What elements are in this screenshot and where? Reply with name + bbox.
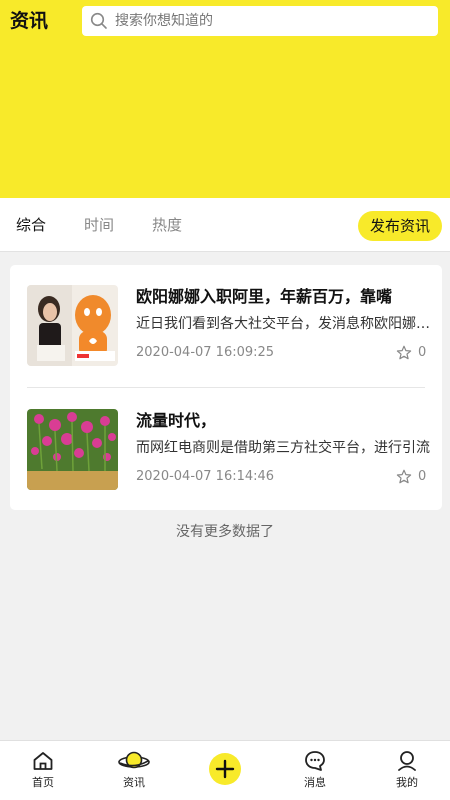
tab-home-label: 首页 <box>32 776 54 789</box>
divider <box>27 387 425 388</box>
tab-news-label: 资讯 <box>123 776 145 789</box>
tab-popularity[interactable]: 热度 <box>152 198 182 252</box>
tab-home[interactable]: 首页 <box>8 741 78 800</box>
article-desc: 近日我们看到各大社交平台，发消息称欧阳娜娜入职阿里 <box>136 316 436 332</box>
star-icon[interactable] <box>396 345 412 361</box>
article-time: 2020-04-07 16:14:46 <box>136 469 275 484</box>
publish-button[interactable]: 发布资讯 <box>358 211 442 241</box>
planet-icon <box>118 751 150 769</box>
no-more-text: 没有更多数据了 <box>176 524 274 540</box>
tab-messages-label: 消息 <box>304 776 326 789</box>
list-item[interactable]: 欧阳娜娜入职阿里，年薪百万，靠嘴 近日我们看到各大社交平台，发消息称欧阳娜娜入职… <box>10 265 442 385</box>
page-title: 资讯 <box>10 10 49 32</box>
article-title: 欧阳娜娜入职阿里，年薪百万，靠嘴 <box>136 287 393 306</box>
article-desc: 而网红电商则是借助第三方社交平台，进行引流 <box>136 440 430 456</box>
article-thumbnail <box>27 285 118 366</box>
star-icon[interactable] <box>396 469 412 485</box>
tab-profile-label: 我的 <box>396 776 418 789</box>
user-icon <box>398 751 416 771</box>
list-item[interactable]: 流量时代， 而网红电商则是借助第三方社交平台，进行引流 2020-04-07 1… <box>10 389 442 509</box>
search-input[interactable]: 搜索你想知道的 <box>82 6 438 36</box>
search-placeholder: 搜索你想知道的 <box>115 13 213 29</box>
article-title: 流量时代， <box>136 411 217 430</box>
tab-time[interactable]: 时间 <box>84 198 114 252</box>
chat-icon <box>305 751 325 771</box>
add-button[interactable] <box>209 753 241 785</box>
search-icon <box>90 12 107 29</box>
tab-news[interactable]: 资讯 <box>99 741 169 800</box>
tab-comprehensive[interactable]: 综合 <box>16 198 46 252</box>
tab-messages[interactable]: 消息 <box>280 741 350 800</box>
plus-icon <box>215 759 235 779</box>
star-count: 0 <box>418 469 427 484</box>
home-icon <box>33 752 53 770</box>
star-count: 0 <box>418 345 427 360</box>
article-time: 2020-04-07 16:09:25 <box>136 345 275 360</box>
tab-profile[interactable]: 我的 <box>372 741 442 800</box>
article-thumbnail <box>27 409 118 490</box>
article-list: 欧阳娜娜入职阿里，年薪百万，靠嘴 近日我们看到各大社交平台，发消息称欧阳娜娜入职… <box>10 265 442 510</box>
